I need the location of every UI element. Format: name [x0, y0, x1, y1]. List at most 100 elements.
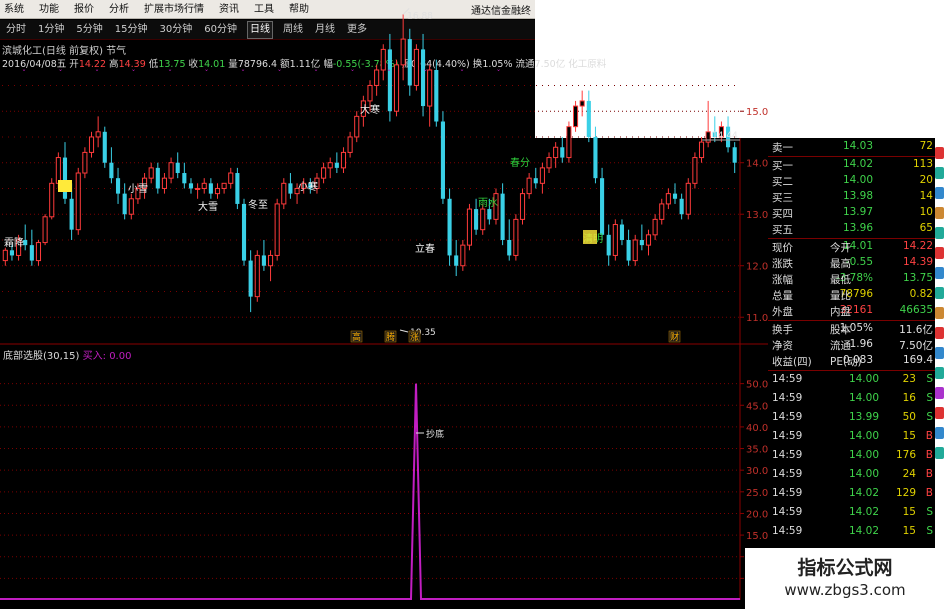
event-marker: ˇ [132, 68, 136, 78]
stat-label: 净资 [772, 340, 793, 352]
candle-body-up [480, 208, 486, 231]
toolbar-tool-icon[interactable] [935, 447, 944, 459]
stat-row: 净资 1.96 流通 7.50亿 [772, 338, 933, 354]
toolbar-tool-icon[interactable] [935, 367, 944, 379]
level-label: 买二 [772, 176, 793, 188]
tick-volume: 16 [902, 392, 916, 404]
price-chart[interactable]: 15.0014.0013.0012.0011.0016.8810.3514.44… [0, 0, 768, 609]
candle-body-up [572, 105, 579, 128]
toolbar-tool-icon[interactable] [935, 187, 944, 199]
tick-price: 14.02 [848, 487, 879, 499]
current-price-label: 14.44 [712, 131, 738, 141]
candle-body-down [487, 209, 492, 220]
tick-row: 14:59 14.02 129 B [772, 487, 933, 506]
candle-body-down [208, 183, 213, 194]
candle-body-up [460, 244, 466, 267]
toolbar-tool-icon[interactable] [935, 327, 944, 339]
candle-body-up [692, 157, 698, 184]
event-marker: ˇ [387, 68, 391, 78]
toolbar-tool-icon[interactable] [935, 307, 944, 319]
candle-body-up [685, 182, 691, 215]
indicator-axis-label: 25.00 [746, 488, 768, 499]
candle-body-up [645, 234, 652, 246]
event-marker: ˇ [205, 68, 209, 78]
price-axis-label: 12.00 [746, 262, 768, 273]
stat-value-2: 169.4 [902, 354, 933, 366]
stat-label-2: 股本 [830, 324, 851, 336]
right-toolbar [935, 145, 945, 545]
indicator-title-line: 底部选股(30,15) 买入: 0.00 [3, 351, 132, 362]
candle-body-up [214, 187, 221, 195]
tick-time: 14:59 [772, 487, 803, 499]
candle-body-down [560, 147, 565, 158]
level-price: 14.03 [842, 140, 873, 152]
event-marker: ˇ [460, 68, 464, 78]
candle-body-up [659, 203, 665, 220]
indicator-annotation: 抄底 [426, 428, 444, 440]
tick-time: 14:59 [772, 392, 803, 404]
watermark-url: www.zbgs3.com [784, 581, 906, 599]
tick-price: 14.00 [848, 373, 879, 385]
toolbar-tool-icon[interactable] [935, 167, 944, 179]
toolbar-tool-icon[interactable] [935, 247, 944, 259]
toolbar-tool-icon[interactable] [935, 147, 944, 159]
candle-body-down [69, 198, 74, 230]
bottom-marker-label: 涨 [410, 332, 419, 343]
stat-label-2: 最低 [830, 274, 851, 286]
stat-row: 总量 78796 量比 0.82 [772, 288, 933, 304]
candle-body-down [188, 183, 194, 189]
watermark: 指标公式网 www.zbgs3.com [745, 548, 945, 609]
tick-price: 14.02 [848, 506, 879, 518]
candle-body-up [466, 208, 473, 246]
toolbar-tool-icon[interactable] [935, 347, 944, 359]
indicator-axis-label: 30.00 [746, 466, 768, 477]
tick-time: 14:59 [772, 468, 803, 480]
price-axis-label: 13.00 [746, 210, 768, 221]
level-volume: 10 [919, 206, 933, 218]
stat-value-2: 14.39 [902, 256, 933, 268]
toolbar-tool-icon[interactable] [935, 227, 944, 239]
toolbar-tool-icon[interactable] [935, 207, 944, 219]
tick-volume: 23 [902, 373, 916, 385]
candle-body-up [374, 69, 380, 86]
stat-value-2: 14.22 [902, 240, 933, 252]
candle-body-up [221, 182, 227, 189]
candle-body-down [606, 234, 611, 256]
candle-body-down [454, 255, 459, 266]
level-label: 买五 [772, 224, 793, 236]
level-price: 13.98 [842, 190, 873, 202]
tick-row: 14:59 14.00 24 B [772, 468, 933, 487]
candle-body-down [593, 136, 598, 179]
stat-row: 现价 14.01 今开 14.22 [772, 240, 933, 256]
candle-body-down [474, 209, 479, 230]
candle-body-up [201, 182, 207, 189]
candle-body-down [434, 70, 439, 122]
highlight-box [583, 230, 597, 244]
candle-body-up [579, 100, 585, 107]
candle-body-up [274, 203, 280, 256]
candle-body-up [367, 84, 373, 102]
event-marker: ˇ [278, 68, 282, 78]
solar-term-label: 霜降 [4, 236, 24, 249]
candle-body-up [427, 69, 433, 107]
toolbar-tool-icon[interactable] [935, 267, 944, 279]
candle-body-up [49, 182, 55, 218]
toolbar-tool-icon[interactable] [935, 387, 944, 399]
tick-side: S [926, 506, 933, 518]
price-axis-label: 14.00 [746, 159, 768, 170]
level-volume: 20 [919, 174, 933, 186]
tick-price: 14.00 [848, 468, 879, 480]
tick-price: 14.00 [848, 449, 879, 461]
solar-term-label: 雨水 [478, 197, 498, 209]
candle-body-up [148, 167, 154, 179]
candle-body-up [347, 136, 353, 153]
tick-side: S [926, 373, 933, 385]
buy-level-row: 买四 13.97 10 [772, 206, 933, 222]
candle-body-up [75, 172, 81, 231]
toolbar-tool-icon[interactable] [935, 407, 944, 419]
candle-body-down [507, 239, 512, 256]
solar-term-label: 春分 [510, 157, 530, 169]
tick-time: 14:59 [772, 506, 803, 518]
toolbar-tool-icon[interactable] [935, 427, 944, 439]
toolbar-tool-icon[interactable] [935, 287, 944, 299]
